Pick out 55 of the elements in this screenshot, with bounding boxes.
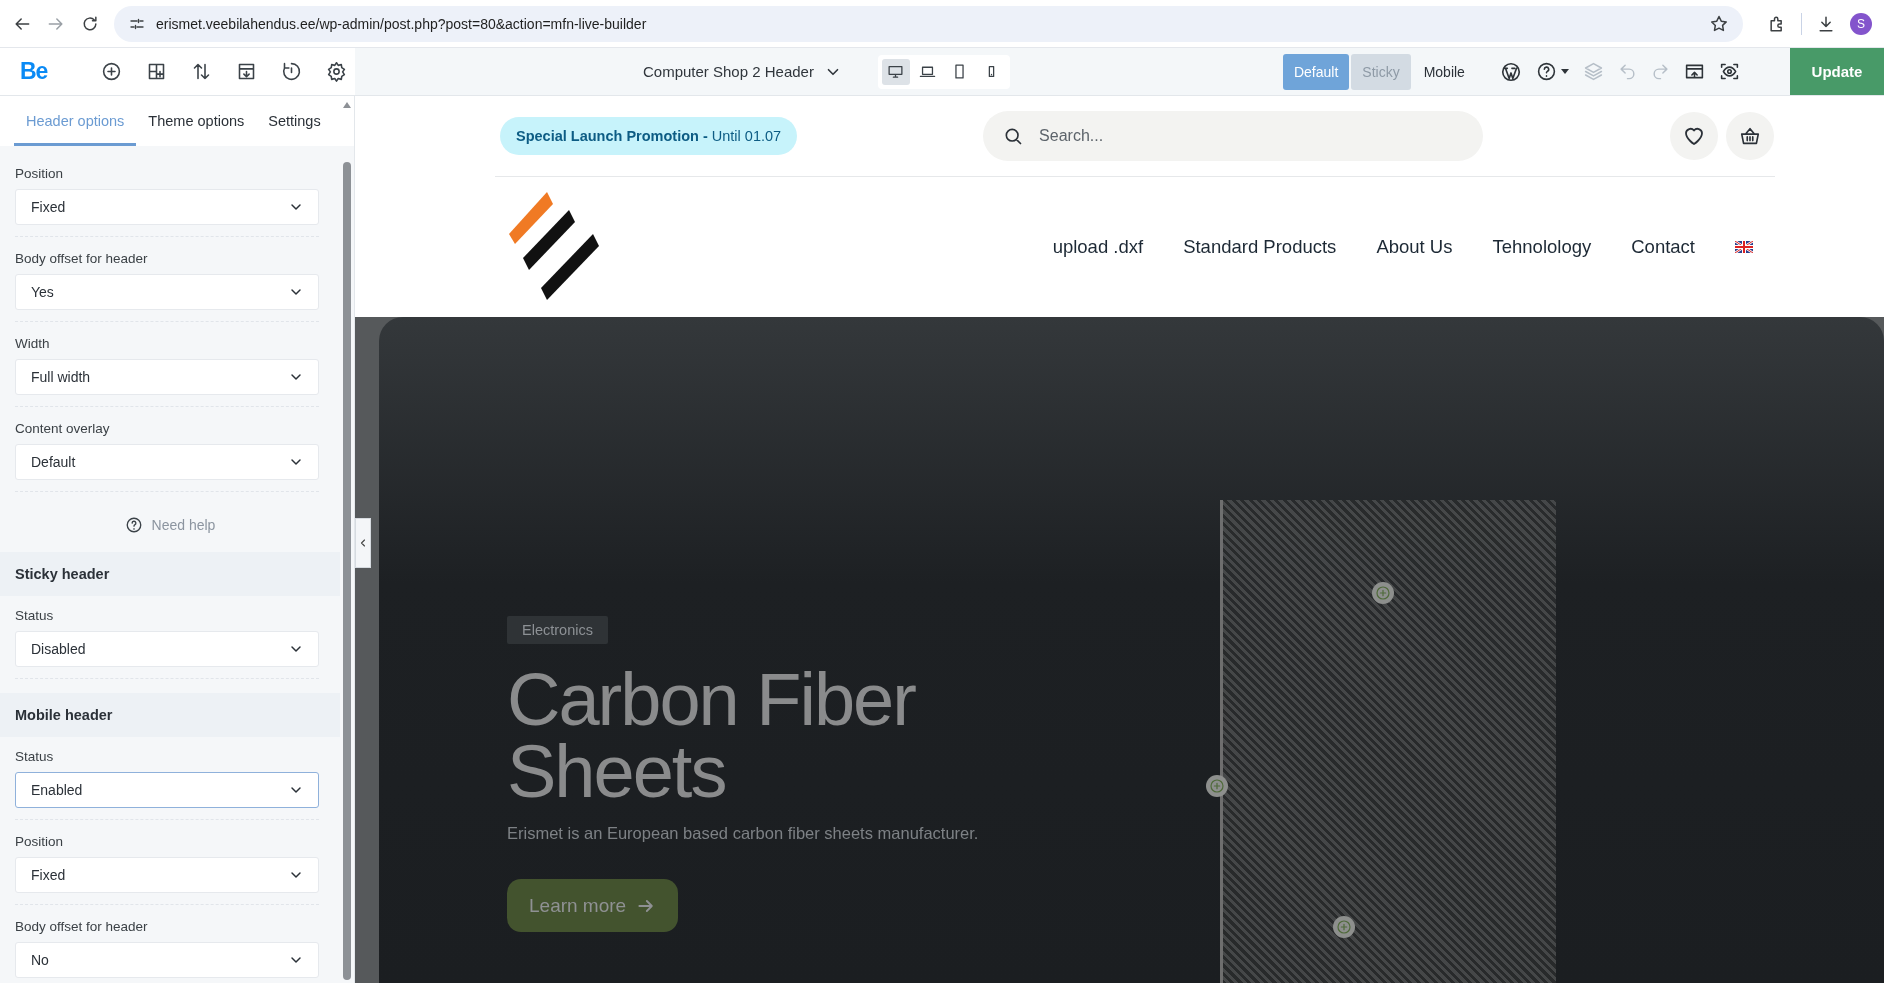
dropdown[interactable]: Enabled (15, 772, 319, 808)
star-icon[interactable] (1709, 13, 1729, 34)
field-label: Position (15, 166, 65, 181)
help-icon[interactable] (1535, 61, 1557, 82)
plus-icon (1209, 778, 1225, 794)
help-icon (124, 516, 143, 534)
cart-button[interactable] (1726, 112, 1775, 160)
collapse-handle[interactable] (355, 518, 371, 568)
dropdown[interactable]: Default (15, 444, 319, 480)
promo-badge: Special Launch Promotion - Until 01.07 (500, 117, 798, 155)
field-label: Content overlay (15, 421, 111, 436)
dropdown[interactable]: Disabled (15, 631, 319, 667)
builder-logo: Be (20, 58, 48, 85)
search-field[interactable]: Search... (983, 111, 1484, 161)
history-icon[interactable] (281, 61, 303, 82)
plus-icon (1375, 585, 1391, 601)
flag-icon[interactable] (1735, 241, 1753, 253)
dropdown[interactable]: No (15, 942, 319, 978)
field-label: Status (15, 749, 55, 764)
hero-title: Carbon Fiber Sheets (507, 664, 917, 808)
plus-icon (1336, 919, 1352, 935)
nav-link[interactable]: upload .dxf (1052, 236, 1144, 258)
field-label: Status (15, 608, 55, 623)
nav-link[interactable]: About Us (1376, 236, 1453, 258)
template-selector[interactable]: Computer Shop 2 Header (643, 62, 842, 81)
wishlist-button[interactable] (1670, 112, 1719, 160)
nav-link[interactable]: Tehnolology (1492, 236, 1592, 258)
device-toggle[interactable] (881, 58, 910, 85)
dropdown[interactable]: Fixed (15, 857, 319, 893)
field-label: Width (15, 336, 51, 351)
field-label: Body offset for header (15, 251, 149, 266)
dropdown[interactable]: Fixed (15, 189, 319, 225)
hero-subtitle: Erismet is an European based carbon fiber sheets manufacturer. (507, 824, 980, 843)
mode-tab[interactable]: Mobile (1412, 53, 1476, 90)
profile-avatar[interactable]: S (1850, 12, 1872, 35)
section-header: Mobile header (0, 693, 340, 737)
section-header: Sticky header (0, 552, 340, 596)
search-icon (1003, 126, 1024, 146)
add-point-button[interactable] (1206, 775, 1228, 797)
nav-link[interactable]: Standard Products (1183, 236, 1337, 258)
basket-icon (1739, 125, 1762, 147)
sidebar-tab[interactable]: Theme options (136, 96, 257, 146)
dropdown[interactable]: Full width (15, 359, 319, 395)
sidebar-tab[interactable]: Settings (256, 96, 333, 146)
preview-eye-icon[interactable] (1718, 61, 1740, 82)
nav-link[interactable]: Contact (1631, 236, 1695, 258)
field-label: Body offset for header (15, 919, 149, 934)
field-label: Position (15, 834, 65, 849)
wordpress-icon[interactable] (1499, 60, 1522, 83)
category-tag: Electronics (507, 616, 608, 644)
desktop-icon (887, 63, 905, 80)
dropdown[interactable]: Yes (15, 274, 319, 310)
address-bar[interactable]: erismet.veebilahendus.ee/wp-admin/post.php?post=80&action=mfn-live-builder (114, 5, 1743, 42)
settings-icon[interactable] (326, 61, 348, 82)
add-icon[interactable] (101, 61, 123, 82)
